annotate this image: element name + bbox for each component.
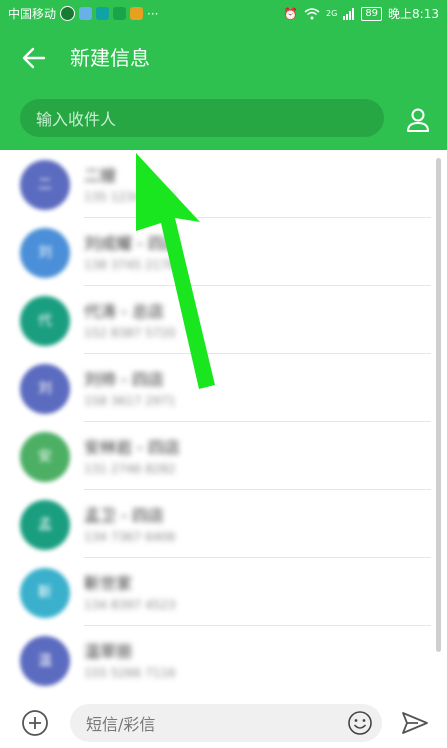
status-right: ⏰ 2G 89 晚上8:13 [283,5,439,22]
avatar: 温 [20,636,70,686]
contact-name: 靳世家 [84,574,133,593]
contact-phone: 135 1234 5604 [84,190,176,204]
contact-name: 刘帅 - 四店 [84,370,164,389]
alarm-icon: ⏰ [283,6,299,21]
contact-phone: 131 2746 8282 [84,462,176,476]
avatar: 靳 [20,568,70,618]
back-arrow-icon[interactable] [20,44,48,72]
clock: 晚上8:13 [388,7,439,21]
contact-row[interactable]: 安 安林岩 - 四店 131 2746 8282 [0,422,447,490]
contact-row[interactable]: 靳 靳世家 134 8397 4523 [0,558,447,626]
contact-row[interactable]: 二 二嫂 135 1234 5604 [0,150,447,218]
contact-row[interactable]: 刘 刘帅 - 四店 158 3617 2971 [0,354,447,422]
send-icon[interactable] [400,709,430,737]
plus-circle-icon[interactable] [21,709,49,737]
more-notifications: ··· [147,6,159,21]
contact-row[interactable]: 代 代涛 - 总店 152 8387 5720 [0,286,447,354]
status-bar: 中国移动 ··· ⏰ 2G 89 晚上8:13 [0,0,447,28]
contact-name: 温翠丽 [84,642,133,661]
recipient-field[interactable] [20,99,384,139]
contact-phone: 155 5266 7116 [84,666,176,680]
contact-name: 代涛 - 总店 [84,302,164,321]
message-field[interactable] [70,704,382,744]
avatar: 代 [20,296,70,346]
page-title: 新建信息 [70,46,150,70]
smiley-icon[interactable] [346,709,374,737]
contact-row[interactable]: 孟 孟卫 - 四店 134 7367 6406 [0,490,447,558]
scrollbar[interactable] [436,158,441,652]
photo-app-icon [79,7,93,20]
contact-name: 二嫂 [84,166,117,185]
avatar: 孟 [20,500,70,550]
contact-phone: 158 3617 2971 [84,394,176,408]
contact-row[interactable]: 刘 刘成耀 - 四店 138 3745 2178 [0,218,447,286]
avatar: 安 [20,432,70,482]
person-icon[interactable] [404,106,432,134]
avatar: 二 [20,160,70,210]
wifi-icon [304,7,320,19]
contact-name: 刘成耀 - 四店 [84,234,180,253]
status-left: 中国移动 ··· [8,5,158,22]
message-input[interactable] [84,704,348,744]
network-type: 2G [326,9,338,18]
contact-phone: 134 8397 4523 [84,598,176,612]
maps-app-icon [130,7,144,20]
carrier-label: 中国移动 [8,7,57,21]
composer-bar [0,698,447,748]
app-bar: 新建信息 [0,28,447,150]
cyan-app-icon [96,7,110,20]
recipient-input[interactable] [34,99,368,139]
play-app-icon [113,7,127,20]
contact-name: 孟卫 - 四店 [84,506,164,525]
contact-list[interactable]: 二 二嫂 135 1234 5604 刘 刘成耀 - 四店 138 3745 2… [0,150,447,698]
contact-phone: 152 8387 5720 [84,326,176,340]
avatar: 刘 [20,228,70,278]
avatar: 刘 [20,364,70,414]
contact-row[interactable]: 温 温翠丽 155 5266 7116 [0,626,447,694]
signal-icon [343,7,355,20]
contact-phone: 134 7367 6406 [84,530,176,544]
green-app-icon [60,6,76,21]
battery-indicator: 89 [361,6,383,21]
contact-phone: 138 3745 2178 [84,258,176,272]
contact-name: 安林岩 - 四店 [84,438,180,457]
